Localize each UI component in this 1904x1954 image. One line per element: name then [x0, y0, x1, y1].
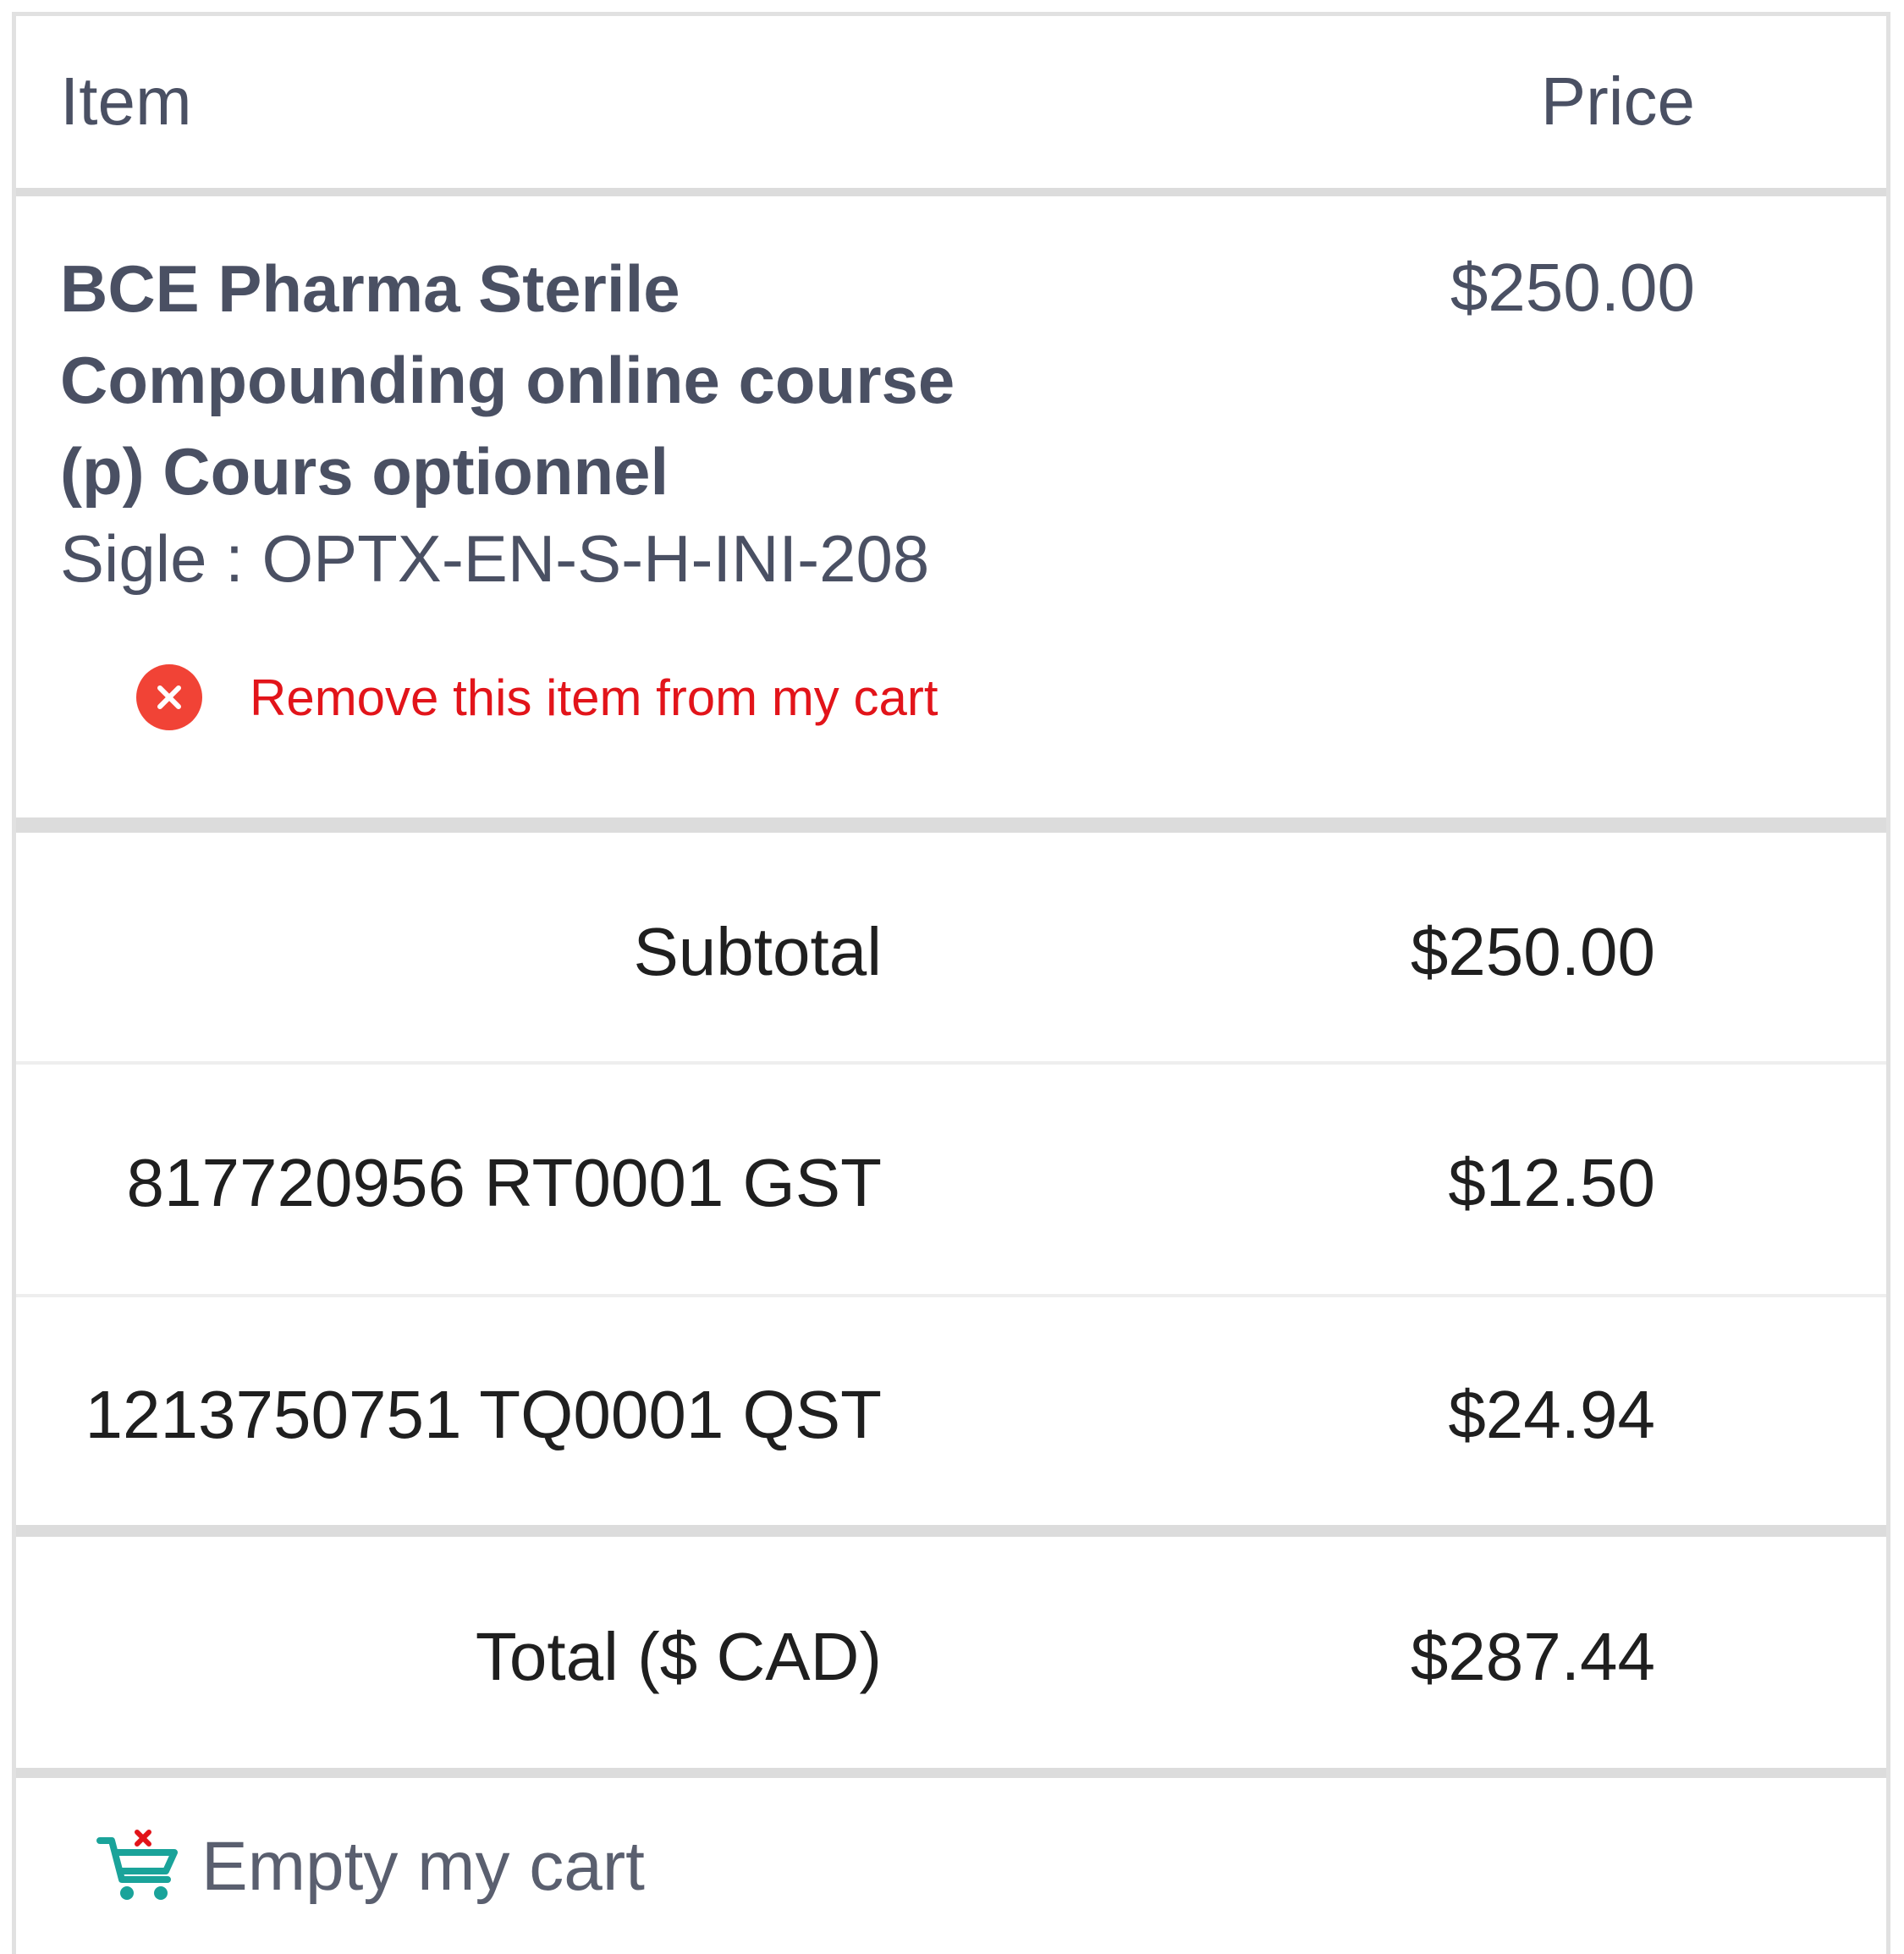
cart-remove-icon	[96, 1829, 181, 1905]
subtotal-label: Subtotal	[633, 914, 882, 989]
qst-value: $24.94	[1448, 1377, 1655, 1452]
price-column-header: Price	[1540, 63, 1695, 139]
close-circle-icon	[136, 664, 202, 730]
total-label: Total ($ CAD)	[475, 1619, 882, 1694]
item-divider	[16, 817, 1886, 833]
item-title: BCE Pharma Sterile Compounding online co…	[60, 251, 955, 509]
remove-item-button[interactable]: Remove this item from my cart	[136, 655, 938, 740]
empty-cart-button[interactable]: Empty my cart	[96, 1827, 645, 1907]
item-price: $250.00	[1450, 250, 1695, 325]
total-divider	[16, 1768, 1886, 1778]
qst-divider	[16, 1525, 1886, 1537]
empty-cart-label: Empty my cart	[201, 1828, 645, 1905]
gst-label: 817720956 RT0001 GST	[126, 1145, 883, 1220]
item-column-header: Item	[60, 63, 192, 139]
cart-table: Item Price BCE Pharma Sterile Compoundin…	[12, 12, 1890, 1954]
header-divider	[16, 188, 1886, 196]
item-code: Sigle : OPTX-EN-S-H-INI-208	[60, 521, 930, 596]
subtotal-divider	[16, 1061, 1886, 1065]
qst-label: 1213750751 TQ0001 QST	[85, 1377, 882, 1452]
cart-header-row: Item Price	[16, 16, 1886, 194]
gst-divider	[16, 1294, 1886, 1297]
subtotal-value: $250.00	[1410, 914, 1655, 989]
remove-item-label: Remove this item from my cart	[250, 669, 938, 726]
total-value: $287.44	[1410, 1619, 1655, 1694]
gst-value: $12.50	[1448, 1145, 1655, 1220]
